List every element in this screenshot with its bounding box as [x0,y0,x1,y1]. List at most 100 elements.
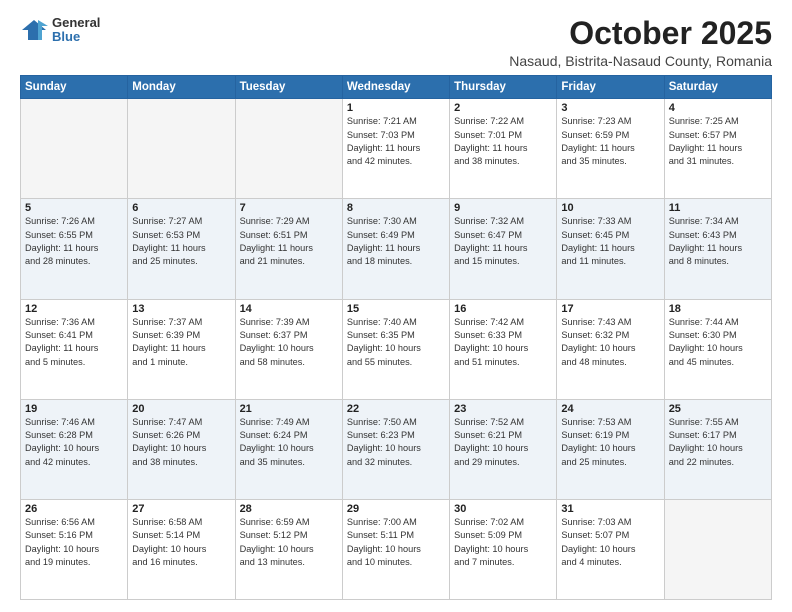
day-number: 4 [669,102,767,114]
day-info: Sunrise: 6:56 AM Sunset: 5:16 PM Dayligh… [25,516,123,569]
day-number: 2 [454,102,552,114]
day-info: Sunrise: 7:44 AM Sunset: 6:30 PM Dayligh… [669,316,767,369]
day-number: 26 [25,503,123,515]
calendar-cell: 19Sunrise: 7:46 AM Sunset: 6:28 PM Dayli… [21,399,128,499]
day-number: 24 [561,403,659,415]
calendar-cell: 22Sunrise: 7:50 AM Sunset: 6:23 PM Dayli… [342,399,449,499]
calendar-header-friday: Friday [557,76,664,99]
day-info: Sunrise: 7:47 AM Sunset: 6:26 PM Dayligh… [132,416,230,469]
day-info: Sunrise: 7:33 AM Sunset: 6:45 PM Dayligh… [561,215,659,268]
calendar-cell: 8Sunrise: 7:30 AM Sunset: 6:49 PM Daylig… [342,199,449,299]
calendar-header-tuesday: Tuesday [235,76,342,99]
calendar-cell: 3Sunrise: 7:23 AM Sunset: 6:59 PM Daylig… [557,99,664,199]
month-title: October 2025 [509,16,772,51]
day-info: Sunrise: 7:25 AM Sunset: 6:57 PM Dayligh… [669,115,767,168]
calendar-week-1: 5Sunrise: 7:26 AM Sunset: 6:55 PM Daylig… [21,199,772,299]
logo-text: General Blue [52,16,100,45]
header: General Blue October 2025 Nasaud, Bistri… [20,16,772,69]
calendar-header-row: SundayMondayTuesdayWednesdayThursdayFrid… [21,76,772,99]
logo: General Blue [20,16,100,45]
calendar-cell: 17Sunrise: 7:43 AM Sunset: 6:32 PM Dayli… [557,299,664,399]
day-info: Sunrise: 7:21 AM Sunset: 7:03 PM Dayligh… [347,115,445,168]
calendar-cell: 6Sunrise: 7:27 AM Sunset: 6:53 PM Daylig… [128,199,235,299]
calendar-cell [235,99,342,199]
calendar-cell: 2Sunrise: 7:22 AM Sunset: 7:01 PM Daylig… [450,99,557,199]
day-info: Sunrise: 7:29 AM Sunset: 6:51 PM Dayligh… [240,215,338,268]
day-number: 15 [347,303,445,315]
day-info: Sunrise: 6:58 AM Sunset: 5:14 PM Dayligh… [132,516,230,569]
day-number: 5 [25,202,123,214]
day-info: Sunrise: 7:42 AM Sunset: 6:33 PM Dayligh… [454,316,552,369]
calendar-header-saturday: Saturday [664,76,771,99]
calendar-table: SundayMondayTuesdayWednesdayThursdayFrid… [20,75,772,600]
logo-icon [20,16,48,44]
calendar-cell: 27Sunrise: 6:58 AM Sunset: 5:14 PM Dayli… [128,499,235,599]
calendar-header-thursday: Thursday [450,76,557,99]
calendar-cell: 20Sunrise: 7:47 AM Sunset: 6:26 PM Dayli… [128,399,235,499]
day-info: Sunrise: 7:39 AM Sunset: 6:37 PM Dayligh… [240,316,338,369]
calendar-header-sunday: Sunday [21,76,128,99]
day-info: Sunrise: 7:00 AM Sunset: 5:11 PM Dayligh… [347,516,445,569]
calendar-week-2: 12Sunrise: 7:36 AM Sunset: 6:41 PM Dayli… [21,299,772,399]
calendar-cell: 9Sunrise: 7:32 AM Sunset: 6:47 PM Daylig… [450,199,557,299]
calendar-cell: 1Sunrise: 7:21 AM Sunset: 7:03 PM Daylig… [342,99,449,199]
day-number: 12 [25,303,123,315]
day-info: Sunrise: 7:23 AM Sunset: 6:59 PM Dayligh… [561,115,659,168]
calendar-cell: 10Sunrise: 7:33 AM Sunset: 6:45 PM Dayli… [557,199,664,299]
calendar-week-3: 19Sunrise: 7:46 AM Sunset: 6:28 PM Dayli… [21,399,772,499]
calendar-cell: 30Sunrise: 7:02 AM Sunset: 5:09 PM Dayli… [450,499,557,599]
day-number: 8 [347,202,445,214]
day-number: 21 [240,403,338,415]
day-info: Sunrise: 7:32 AM Sunset: 6:47 PM Dayligh… [454,215,552,268]
day-number: 11 [669,202,767,214]
day-number: 25 [669,403,767,415]
day-number: 28 [240,503,338,515]
calendar-cell: 31Sunrise: 7:03 AM Sunset: 5:07 PM Dayli… [557,499,664,599]
calendar-cell: 23Sunrise: 7:52 AM Sunset: 6:21 PM Dayli… [450,399,557,499]
calendar-cell: 24Sunrise: 7:53 AM Sunset: 6:19 PM Dayli… [557,399,664,499]
day-info: Sunrise: 7:36 AM Sunset: 6:41 PM Dayligh… [25,316,123,369]
calendar-cell: 14Sunrise: 7:39 AM Sunset: 6:37 PM Dayli… [235,299,342,399]
day-info: Sunrise: 7:34 AM Sunset: 6:43 PM Dayligh… [669,215,767,268]
day-info: Sunrise: 7:22 AM Sunset: 7:01 PM Dayligh… [454,115,552,168]
day-number: 19 [25,403,123,415]
calendar-week-0: 1Sunrise: 7:21 AM Sunset: 7:03 PM Daylig… [21,99,772,199]
day-number: 1 [347,102,445,114]
calendar-cell: 21Sunrise: 7:49 AM Sunset: 6:24 PM Dayli… [235,399,342,499]
calendar-cell: 25Sunrise: 7:55 AM Sunset: 6:17 PM Dayli… [664,399,771,499]
day-number: 16 [454,303,552,315]
day-info: Sunrise: 7:40 AM Sunset: 6:35 PM Dayligh… [347,316,445,369]
calendar-header-wednesday: Wednesday [342,76,449,99]
day-number: 14 [240,303,338,315]
day-number: 18 [669,303,767,315]
day-info: Sunrise: 7:53 AM Sunset: 6:19 PM Dayligh… [561,416,659,469]
calendar-cell [21,99,128,199]
day-info: Sunrise: 7:50 AM Sunset: 6:23 PM Dayligh… [347,416,445,469]
title-block: October 2025 Nasaud, Bistrita-Nasaud Cou… [509,16,772,69]
day-info: Sunrise: 7:02 AM Sunset: 5:09 PM Dayligh… [454,516,552,569]
calendar-header-monday: Monday [128,76,235,99]
day-number: 31 [561,503,659,515]
day-info: Sunrise: 7:52 AM Sunset: 6:21 PM Dayligh… [454,416,552,469]
calendar-week-4: 26Sunrise: 6:56 AM Sunset: 5:16 PM Dayli… [21,499,772,599]
day-number: 6 [132,202,230,214]
calendar-cell [664,499,771,599]
day-number: 27 [132,503,230,515]
calendar-cell: 29Sunrise: 7:00 AM Sunset: 5:11 PM Dayli… [342,499,449,599]
day-info: Sunrise: 7:03 AM Sunset: 5:07 PM Dayligh… [561,516,659,569]
day-number: 10 [561,202,659,214]
calendar-cell: 18Sunrise: 7:44 AM Sunset: 6:30 PM Dayli… [664,299,771,399]
day-number: 29 [347,503,445,515]
logo-blue: Blue [52,30,100,44]
day-number: 20 [132,403,230,415]
calendar-cell: 15Sunrise: 7:40 AM Sunset: 6:35 PM Dayli… [342,299,449,399]
day-number: 22 [347,403,445,415]
day-number: 3 [561,102,659,114]
calendar-cell [128,99,235,199]
day-info: Sunrise: 7:30 AM Sunset: 6:49 PM Dayligh… [347,215,445,268]
calendar-cell: 5Sunrise: 7:26 AM Sunset: 6:55 PM Daylig… [21,199,128,299]
day-number: 9 [454,202,552,214]
day-info: Sunrise: 7:46 AM Sunset: 6:28 PM Dayligh… [25,416,123,469]
day-info: Sunrise: 7:55 AM Sunset: 6:17 PM Dayligh… [669,416,767,469]
logo-general: General [52,16,100,30]
